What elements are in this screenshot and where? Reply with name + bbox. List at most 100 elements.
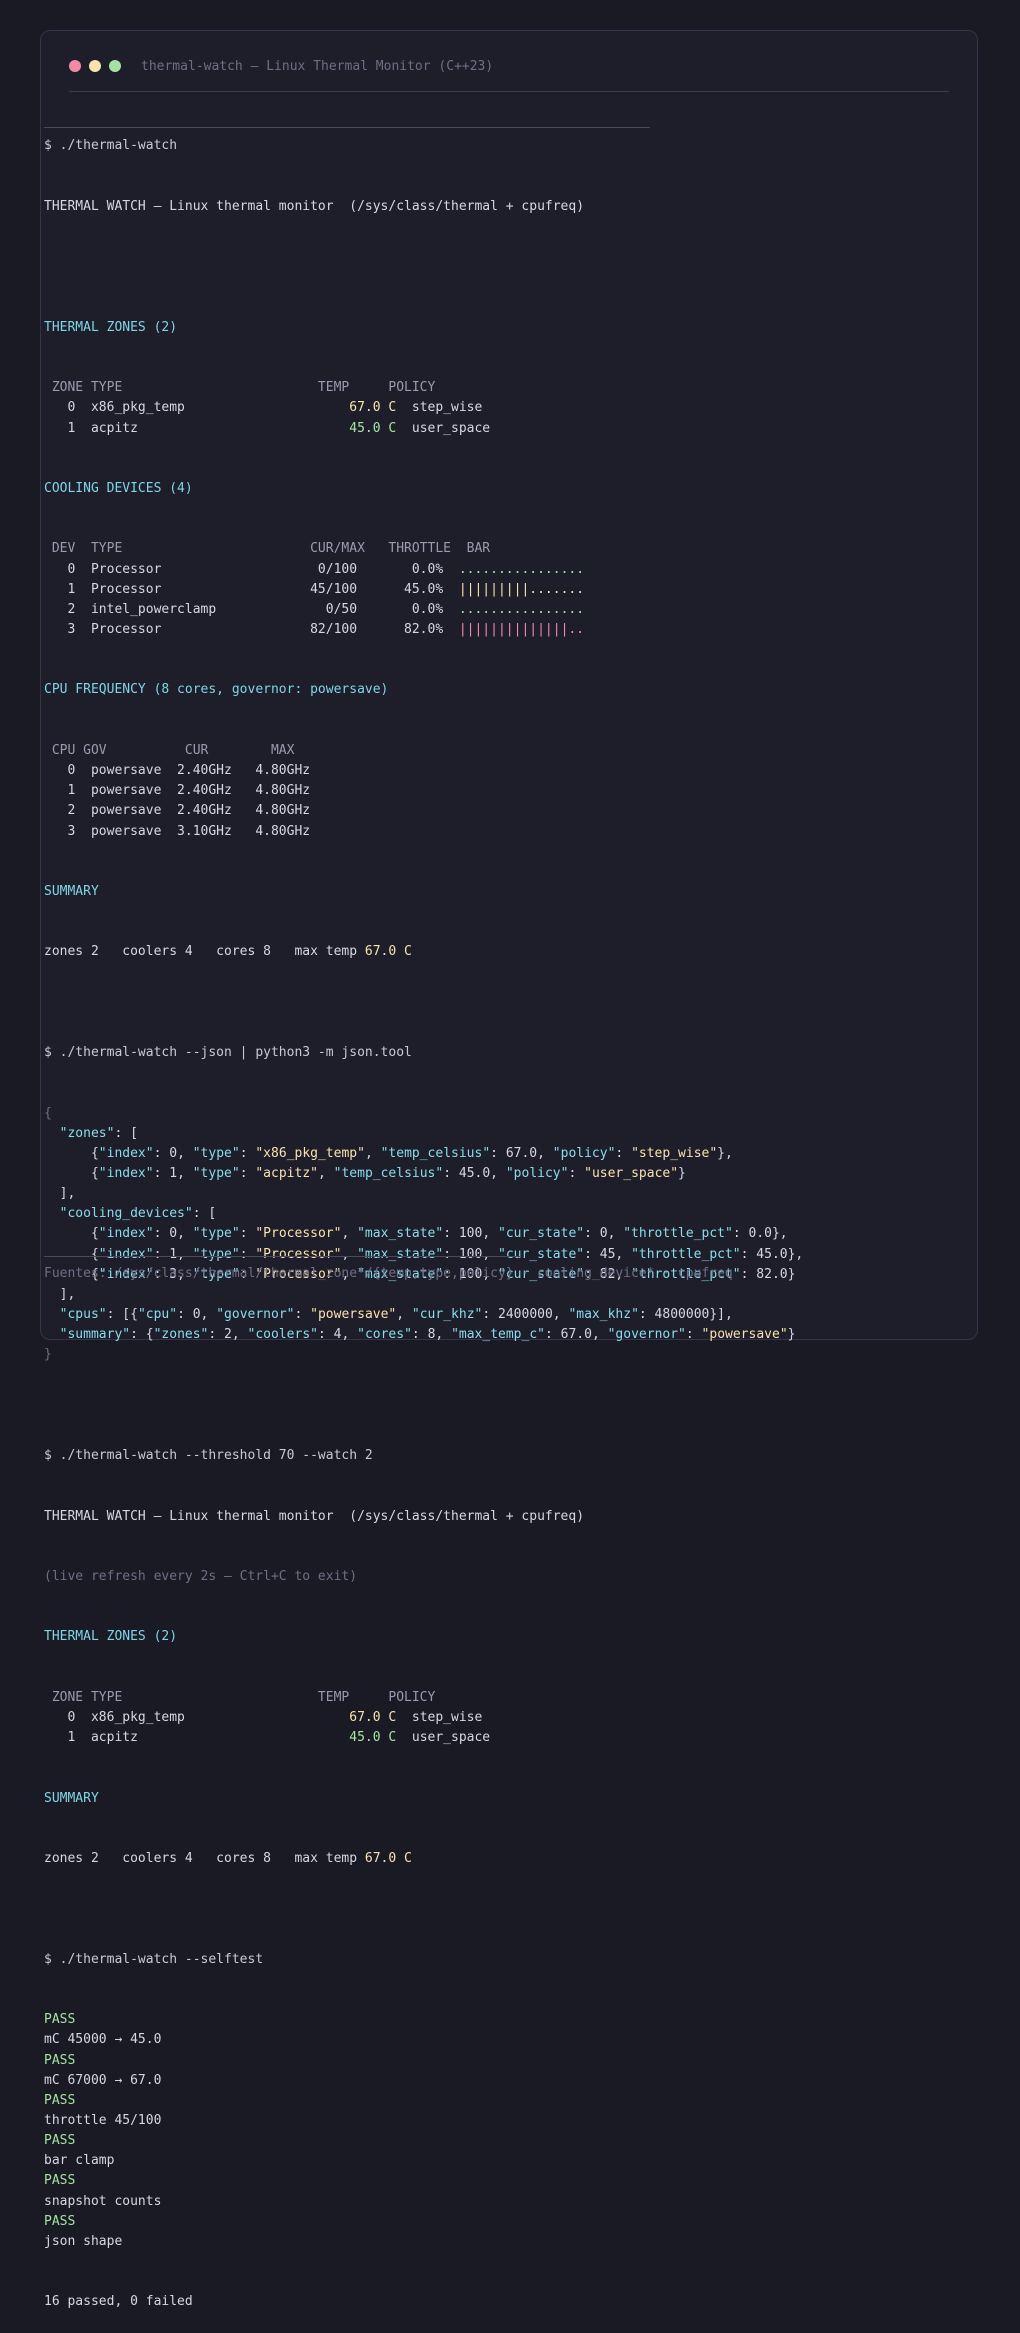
json-punct: }, (717, 1145, 733, 1161)
json-punct: , (364, 1145, 381, 1161)
column-header-text: CPU GOV CUR MAX (44, 742, 295, 758)
json-key: "temp_celsius" (333, 1166, 444, 1182)
json-punct: : 4800000}], (638, 1307, 733, 1323)
json-punct (44, 1307, 60, 1322)
json-punct: : 1, (153, 1166, 193, 1182)
json-key: "governor" (216, 1307, 295, 1323)
cooling-values: 1 Processor 45/100 45.0% (44, 581, 459, 597)
json-punct: : [ (114, 1125, 138, 1141)
json-punct: : 2400000, (482, 1307, 569, 1323)
json-punct: : 4, (317, 1327, 358, 1343)
cooling-header: COOLING DEVICES (4) (44, 481, 193, 497)
throttle-bar-empty: ................ (458, 561, 585, 577)
json-punct: : 67.0, (544, 1327, 608, 1343)
cpu-row: 1 powersave 2.40GHz 4.80GHz (44, 781, 914, 801)
json-line: {"index": 0, "type": "Processor", "max_s… (44, 1224, 914, 1244)
cooling-values: 3 Processor 82/100 82.0% (44, 622, 459, 638)
json-key: "cpus" (59, 1307, 107, 1323)
json-key: "type" (192, 1166, 240, 1182)
zone-type: 1 acpitz (44, 1730, 350, 1746)
cooling-column-header: DEV TYPE CUR/MAX THROTTLE BAR (44, 539, 914, 559)
zones-header: THERMAL ZONES (2) (44, 1629, 178, 1645)
json-string: "powersave" (310, 1307, 397, 1323)
json-punct: : [{ (106, 1307, 138, 1323)
test-name-text: mC 45000 → 45.0 (44, 2032, 162, 2048)
json-key: "cur_state" (498, 1246, 585, 1262)
json-key: "index" (98, 1166, 154, 1182)
zone-row: 1 acpitz 45.0 C user_space (44, 419, 914, 439)
json-punct: : 0, (177, 1307, 217, 1323)
json-line: {"index": 1, "type": "Processor", "max_s… (44, 1245, 914, 1265)
test-result: 16 passed, 0 failed (44, 2294, 193, 2310)
json-key: "max_state" (357, 1226, 444, 1242)
json-key: "summary" (59, 1327, 131, 1343)
json-brace: } (44, 1347, 52, 1363)
json-punct: : 0, (153, 1145, 193, 1161)
maximize-dot-icon[interactable] (109, 60, 121, 72)
json-punct: : 0.0}, (732, 1226, 788, 1242)
json-punct: : (239, 1166, 256, 1182)
zone-type: 1 acpitz (44, 420, 350, 436)
test-name-text: snapshot counts (44, 2193, 162, 2209)
pass-label: PASS (44, 2133, 76, 2149)
test-status: PASS (44, 2010, 914, 2030)
json-line: ], (44, 1184, 914, 1204)
pass-label: PASS (44, 2173, 76, 2189)
json-punct: : 0, (584, 1226, 624, 1242)
zone-policy: user_space (396, 1730, 491, 1746)
summary-line: zones 2 coolers 4 cores 8 max temp 67.0 … (44, 942, 914, 962)
json-string: "Processor" (255, 1246, 342, 1262)
zone-policy: user_space (396, 420, 491, 436)
json-line: "cpus": [{"cpu": 0, "governor": "powersa… (44, 1305, 914, 1325)
json-punct: : 45, (584, 1246, 632, 1262)
json-punct: } (787, 1327, 796, 1343)
zone-policy: step_wise (396, 1710, 483, 1726)
test-name: throttle 45/100 (44, 2111, 914, 2131)
test-status: PASS (44, 2212, 914, 2232)
json-key: "index" (98, 1145, 154, 1161)
column-header-text: ZONE TYPE TEMP POLICY (44, 380, 436, 396)
summary-max-temp: 67.0 C (364, 944, 412, 960)
json-punct: : (239, 1145, 256, 1161)
json-string: "powersave" (701, 1327, 788, 1343)
column-header-text: ZONE TYPE TEMP POLICY (44, 1689, 436, 1705)
cpu-values: 2 powersave 2.40GHz 4.80GHz (44, 803, 311, 819)
json-punct: : 67.0, (490, 1145, 553, 1161)
json-line: {"index": 1, "type": "acpitz", "temp_cel… (44, 1164, 914, 1184)
command-prompt: $ ./thermal-watch --selftest (44, 1951, 264, 1967)
terminal-output[interactable]: $ ./thermal-watch THERMAL WATCH — Linux … (44, 76, 914, 2333)
test-status: PASS (44, 2131, 914, 2151)
close-dot-icon[interactable] (69, 60, 81, 72)
column-header-text: DEV TYPE CUR/MAX THROTTLE BAR (44, 541, 491, 557)
json-key: "max_state" (357, 1246, 444, 1262)
cpu-values: 1 powersave 2.40GHz 4.80GHz (44, 783, 311, 799)
json-line: "zones": [ (44, 1124, 914, 1144)
json-string: "x86_pkg_temp" (255, 1145, 365, 1161)
json-key: "zones" (59, 1125, 115, 1141)
zone-type: 0 x86_pkg_temp (44, 1710, 350, 1726)
throttle-bar-empty: ....... (529, 581, 585, 597)
json-punct: , (341, 1226, 358, 1242)
json-punct: : 100, (443, 1246, 498, 1262)
json-key: "index" (98, 1246, 154, 1262)
throttle-bar-fill: |||||||||||||| (458, 622, 569, 638)
summary-text: zones 2 coolers 4 cores 8 max temp (44, 944, 365, 960)
test-name-text: json shape (44, 2233, 123, 2249)
json-key: "zones" (153, 1327, 209, 1343)
test-name: mC 67000 → 67.0 (44, 2071, 914, 2091)
zones-column-header: ZONE TYPE TEMP POLICY (44, 378, 914, 398)
throttle-bar-fill: ||||||||| (458, 581, 530, 597)
json-key: "type" (192, 1145, 240, 1161)
json-line: { (44, 1104, 914, 1124)
json-punct: : { (130, 1327, 154, 1343)
window-title: thermal-watch — Linux Thermal Monitor (C… (141, 58, 494, 74)
summary-header: SUMMARY (44, 1790, 99, 1806)
cpu-header: CPU FREQUENCY (8 cores, governor: powers… (44, 682, 389, 698)
minimize-dot-icon[interactable] (89, 60, 101, 72)
banner-line: THERMAL WATCH — Linux thermal monitor (/… (44, 198, 585, 214)
json-line: {"index": 0, "type": "x86_pkg_temp", "te… (44, 1144, 914, 1164)
json-punct: : 45.0, (443, 1166, 506, 1182)
json-punct: } (678, 1166, 686, 1182)
cooling-row: 2 intel_powerclamp 0/50 0.0% ...........… (44, 600, 914, 620)
json-punct: : 2, (208, 1327, 248, 1343)
